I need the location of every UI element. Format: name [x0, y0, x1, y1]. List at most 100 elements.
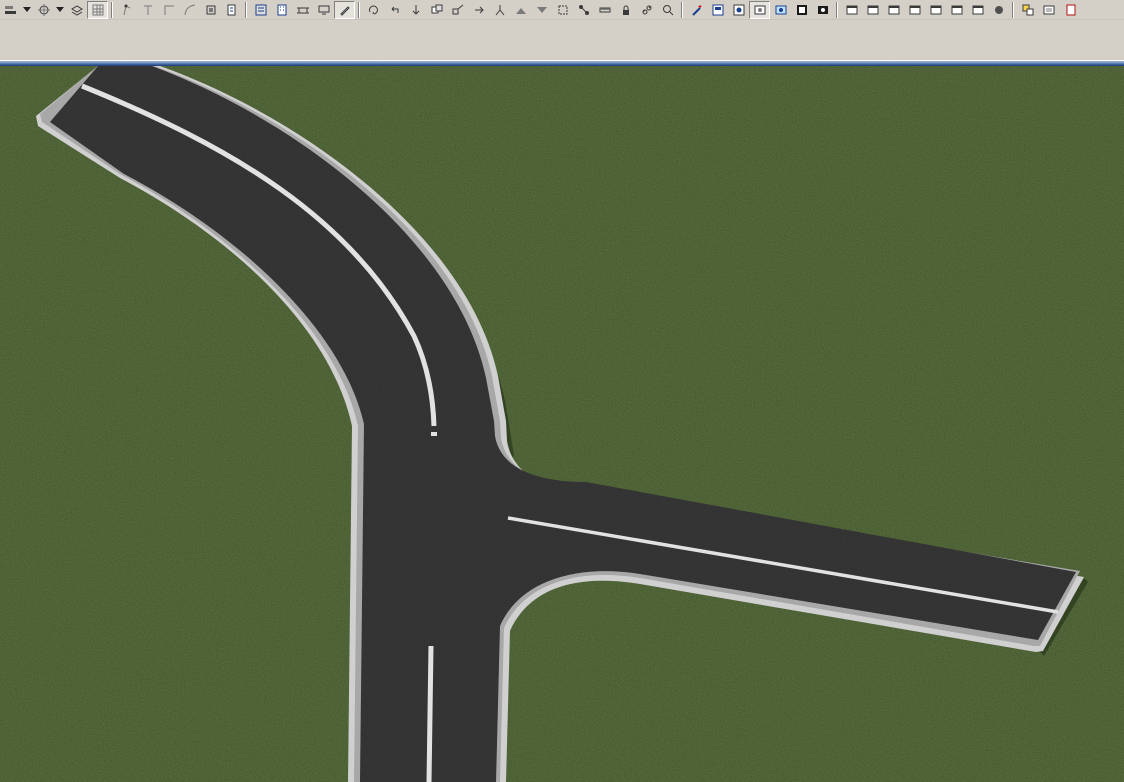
split-icon [493, 3, 507, 17]
corner-tool-button[interactable] [158, 1, 179, 19]
view-button[interactable] [728, 1, 749, 19]
window-home-button[interactable] [862, 1, 883, 19]
panel-button[interactable] [707, 1, 728, 19]
building-icon [275, 3, 289, 17]
more-icon [1063, 3, 1077, 17]
undo-arrow-button[interactable] [384, 1, 405, 19]
branch-icon [472, 3, 486, 17]
window-record-button[interactable] [967, 1, 988, 19]
align-left-icon [4, 3, 18, 17]
document-edit-button[interactable] [221, 1, 242, 19]
measure-icon [598, 3, 612, 17]
scale-icon [451, 3, 465, 17]
more-button[interactable] [1059, 1, 1080, 19]
window-settings-button[interactable] [883, 1, 904, 19]
dropdown-arrow-icon [56, 6, 64, 13]
branch-button[interactable] [468, 1, 489, 19]
measure-button[interactable] [594, 1, 615, 19]
stop-button[interactable] [988, 1, 1009, 19]
toolbar-group-grp7 [1017, 0, 1080, 19]
toolbar-group-grp1 [0, 0, 108, 19]
document-edit-icon [225, 3, 239, 17]
link-button[interactable] [636, 1, 657, 19]
window-list-button[interactable] [946, 1, 967, 19]
photo-icon [816, 3, 830, 17]
toolbar-group-grp4 [363, 0, 678, 19]
monitor-icon [317, 3, 331, 17]
toolbar-group-grp6 [841, 0, 1009, 19]
toolbar-separator [1012, 1, 1013, 18]
camera-orbit-icon [774, 3, 788, 17]
window-record-icon [971, 3, 985, 17]
toolbar-group-grp3 [250, 0, 355, 19]
lane-marking-south [426, 645, 434, 782]
window-home-icon [866, 3, 880, 17]
corner-tool-icon [162, 3, 176, 17]
line-tool-button[interactable] [137, 1, 158, 19]
toolbar-dropdown-button[interactable] [54, 1, 66, 19]
link-icon [640, 3, 654, 17]
3d-viewport[interactable] [0, 66, 1124, 782]
terrain-down-button[interactable] [531, 1, 552, 19]
stack-icon [204, 3, 218, 17]
toolbar-separator [358, 1, 359, 18]
select-nodes-button[interactable] [552, 1, 573, 19]
wand-button[interactable] [686, 1, 707, 19]
window-formula-button[interactable] [904, 1, 925, 19]
filmstrip-button[interactable] [791, 1, 812, 19]
copy-button[interactable] [426, 1, 447, 19]
vertex-tool-button[interactable] [116, 1, 137, 19]
window-formula-icon [908, 3, 922, 17]
toolbar-strip [0, 20, 1124, 60]
close-panels-icon [1042, 3, 1056, 17]
toolbar-separator [836, 1, 837, 18]
grid-button[interactable] [87, 0, 108, 19]
toolbar-dropdown-button[interactable] [21, 1, 33, 19]
scale-button[interactable] [447, 1, 468, 19]
wand-icon [690, 3, 704, 17]
properties-button[interactable] [1017, 1, 1038, 19]
copy-icon [430, 3, 444, 17]
scene-canvas[interactable] [0, 66, 1124, 782]
window-settings-icon [887, 3, 901, 17]
camera-rotate-button[interactable] [749, 0, 770, 19]
snap-grid-button[interactable] [33, 1, 54, 19]
rotate-icon [367, 3, 381, 17]
road-palette-button[interactable] [250, 1, 271, 19]
camera-orbit-button[interactable] [770, 1, 791, 19]
select-nodes-icon [556, 3, 570, 17]
terrain-up-icon [514, 3, 528, 17]
terrain-up-button[interactable] [510, 1, 531, 19]
bridge-button[interactable] [292, 1, 313, 19]
split-button[interactable] [489, 1, 510, 19]
lock-button[interactable] [615, 1, 636, 19]
pencil-edit-button[interactable] [334, 0, 355, 19]
connect-button[interactable] [573, 1, 594, 19]
window-group-button[interactable] [925, 1, 946, 19]
pencil-edit-icon [338, 3, 352, 17]
toolbar-separator [111, 1, 112, 18]
grid-icon [91, 3, 105, 17]
toolbar-group-grp2 [116, 0, 242, 19]
photo-button[interactable] [812, 1, 833, 19]
properties-icon [1021, 3, 1035, 17]
curve-tool-button[interactable] [179, 1, 200, 19]
road-palette-icon [254, 3, 268, 17]
stack-button[interactable] [200, 1, 221, 19]
rotate-button[interactable] [363, 1, 384, 19]
move-down-button[interactable] [405, 1, 426, 19]
window-button[interactable] [841, 1, 862, 19]
window-icon [845, 3, 859, 17]
connect-icon [577, 3, 591, 17]
window-list-icon [950, 3, 964, 17]
layers-button[interactable] [66, 1, 87, 19]
building-button[interactable] [271, 1, 292, 19]
terrain-down-icon [535, 3, 549, 17]
close-panels-button[interactable] [1038, 1, 1059, 19]
align-left-button[interactable] [0, 1, 21, 19]
zoom-extents-button[interactable] [657, 1, 678, 19]
stop-icon [992, 3, 1006, 17]
lane-marking-stop-tick [431, 432, 437, 436]
monitor-button[interactable] [313, 1, 334, 19]
panel-icon [711, 3, 725, 17]
